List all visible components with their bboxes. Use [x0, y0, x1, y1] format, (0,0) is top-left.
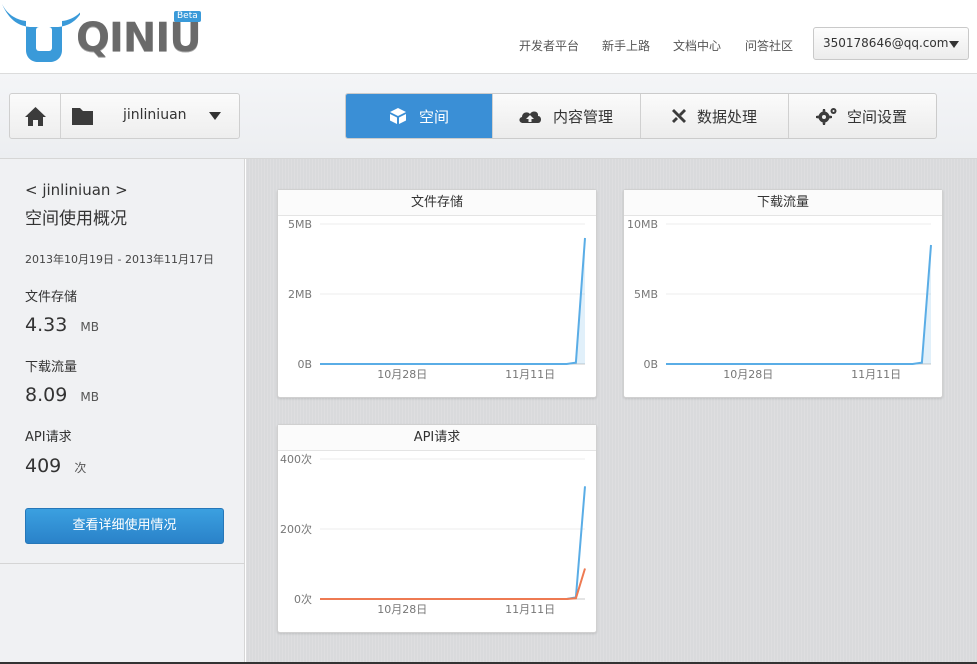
- x-tick-label: 10月28日: [723, 368, 773, 381]
- tab-space-label: 空间: [419, 108, 450, 126]
- traffic-label: 下载流量: [25, 360, 78, 375]
- x-tick-label: 11月11日: [505, 603, 555, 616]
- nav-qa-community[interactable]: 问答社区: [745, 37, 793, 54]
- date-range: 2013年10月19日 - 2013年11月17日: [25, 253, 214, 266]
- series-line-0: [320, 486, 586, 600]
- x-tick-label: 10月28日: [377, 368, 427, 381]
- traffic-unit: MB: [80, 390, 99, 404]
- nav-docs-center[interactable]: 文档中心: [673, 37, 721, 54]
- y-tick-label: 5MB: [634, 288, 658, 301]
- series-line-0: [666, 244, 932, 365]
- x-tick-label: 10月28日: [377, 603, 427, 616]
- y-tick-label: 0B: [643, 358, 658, 371]
- chart-title: 文件存储: [278, 190, 596, 216]
- box-icon: [390, 108, 406, 124]
- tools-icon: [672, 109, 686, 123]
- api-label: API请求: [25, 430, 72, 445]
- tab-data-processing[interactable]: 数据处理: [641, 94, 789, 138]
- home-button[interactable]: [10, 94, 61, 138]
- tab-data-label: 数据处理: [697, 108, 758, 126]
- user-email: 350178646@qq.com: [823, 36, 949, 50]
- folder-icon: [62, 94, 101, 138]
- series-area: [666, 245, 931, 364]
- top-header: QINIU Beta 开发者平台 新手上路 文档中心 问答社区 35017864…: [0, 0, 977, 73]
- series-line-1: [320, 568, 586, 600]
- x-tick-label: 11月11日: [505, 368, 555, 381]
- cloud-upload-icon: [519, 111, 541, 123]
- toolbar: jinliniuan 空间 内容管理 数据处理 空间设置: [0, 73, 977, 159]
- series-line-0: [320, 237, 586, 365]
- traffic-value: 8.09: [25, 384, 68, 406]
- storage-unit: MB: [80, 320, 99, 334]
- tab-settings-label: 空间设置: [847, 108, 908, 126]
- traffic-chart-card: 下载流量 10MB 5MB 0B 10月28日 11月11日: [623, 189, 943, 398]
- tab-space-settings[interactable]: 空间设置: [789, 94, 936, 138]
- y-tick-label: 10MB: [627, 218, 658, 231]
- api-chart: 400次 200次 0次 10月28日 11月11日: [280, 452, 586, 616]
- y-tick-label: 200次: [280, 522, 312, 536]
- y-tick-label: 400次: [280, 452, 312, 466]
- bucket-selector[interactable]: jinliniuan: [9, 93, 240, 139]
- app-root: QINIU Beta 开发者平台 新手上路 文档中心 问答社区 35017864…: [0, 0, 977, 664]
- gears-icon: [816, 108, 837, 125]
- tab-space[interactable]: 空间: [346, 94, 493, 138]
- api-stat: 409 次: [25, 455, 86, 477]
- space-tabs: 空间 内容管理 数据处理 空间设置: [345, 93, 937, 139]
- qiniu-logo[interactable]: QINIU Beta: [0, 0, 215, 72]
- usage-sidebar: < jinliniuan > 空间使用概况 2013年10月19日 - 2013…: [0, 159, 245, 664]
- sidebar-divider: [0, 563, 245, 564]
- usage-overview-title: 空间使用概况: [25, 209, 127, 229]
- api-value: 409: [25, 455, 62, 477]
- tab-content-management[interactable]: 内容管理: [493, 94, 641, 138]
- nav-developer-platform[interactable]: 开发者平台: [519, 37, 579, 54]
- tab-content-label: 内容管理: [553, 108, 614, 126]
- api-chart-card: API请求 400次 200次 0次 10月28日 11月11日: [277, 424, 597, 633]
- y-tick-label: 5MB: [288, 218, 312, 231]
- y-tick-label: 0B: [297, 358, 312, 371]
- storage-label: 文件存储: [25, 290, 78, 305]
- home-icon: [25, 107, 46, 126]
- chart-title: API请求: [278, 425, 596, 451]
- chevron-down-icon: [949, 41, 959, 48]
- y-tick-label: 0次: [294, 592, 312, 606]
- view-detailed-usage-button[interactable]: 查看详细使用情况: [25, 508, 224, 544]
- nav-getting-started[interactable]: 新手上路: [602, 37, 650, 54]
- series-area: [320, 238, 585, 364]
- user-account-dropdown[interactable]: 350178646@qq.com: [813, 27, 969, 60]
- bucket-heading: < jinliniuan >: [25, 181, 128, 199]
- y-tick-label: 2MB: [288, 288, 312, 301]
- bucket-name: jinliniuan: [123, 107, 187, 123]
- storage-value: 4.33: [25, 314, 68, 336]
- traffic-stat: 8.09 MB: [25, 384, 99, 406]
- traffic-chart: 10MB 5MB 0B 10月28日 11月11日: [627, 218, 932, 381]
- storage-chart: 5MB 2MB 0B 10月28日 11月11日: [288, 218, 586, 381]
- storage-chart-card: 文件存储 5MB 2MB 0B 10月28日 11月11日: [277, 189, 597, 398]
- api-unit: 次: [74, 461, 87, 475]
- storage-stat: 4.33 MB: [25, 314, 99, 336]
- chart-title: 下载流量: [624, 190, 942, 216]
- chevron-down-icon[interactable]: [209, 112, 221, 120]
- bull-logo-icon: [2, 4, 86, 62]
- x-tick-label: 11月11日: [851, 368, 901, 381]
- beta-badge: Beta: [174, 11, 201, 22]
